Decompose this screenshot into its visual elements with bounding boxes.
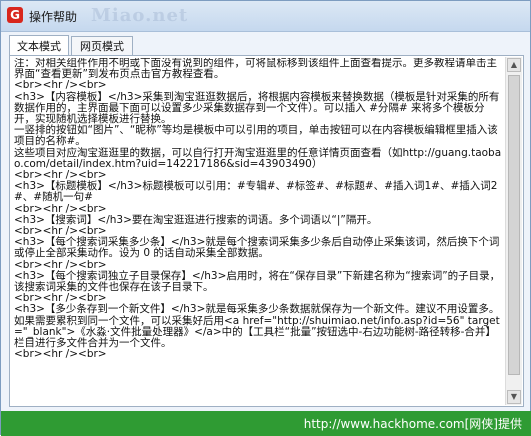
help-line: <h3>【内容模板】</h3>采集到淘宝逛逛数据后，将根据内容模板来替换数据（模… bbox=[14, 90, 500, 126]
help-line: 注：对相关组件作用不明或下面没有说到的组件，可将鼠标移到该组件上面查看提示。更多… bbox=[14, 58, 497, 81]
help-line: <br><hr /><br> bbox=[14, 348, 107, 361]
window-title: 操作帮助 bbox=[29, 10, 78, 24]
footer-text: http://www.hackhome.com[网侠]提供 bbox=[303, 417, 522, 431]
help-line: <h3>【每个搜索词独立子目录保存】</h3>启用时，将在“保存目录”下新建名称… bbox=[14, 269, 501, 294]
help-line: <h3>【每个搜索词采集多少条】</h3>就是每个搜索词采集多少条后自动停止采集… bbox=[14, 236, 500, 260]
tab-web-mode[interactable]: 网页模式 bbox=[71, 36, 133, 55]
scroll-down-arrow-icon[interactable]: ▼ bbox=[507, 390, 521, 404]
footer-bar: http://www.hackhome.com[网侠]提供 bbox=[1, 411, 531, 436]
scroll-thumb[interactable] bbox=[508, 75, 520, 375]
app-logo-icon: G bbox=[7, 7, 23, 23]
help-line: <h3>【标题模板】</h3>标题模板可以引用：#专辑#、#标签#、#标题#、#… bbox=[14, 180, 498, 204]
help-window: G 操作帮助 Miao.net 文本模式 网页模式 注：对相关组件作用不明或下面… bbox=[0, 0, 531, 436]
help-line: <h3>【多少条存到一个新文件】</h3>就是每采集多少条数据就保存为一个新文件… bbox=[14, 303, 500, 350]
mode-tabs: 文本模式 网页模式 bbox=[9, 35, 524, 56]
title-bar[interactable]: G 操作帮助 Miao.net bbox=[1, 1, 530, 32]
tab-text-mode[interactable]: 文本模式 bbox=[9, 35, 69, 56]
help-line: 一竖排的按钮如“图片”、“昵称”等均是模板中可以引用的项目，单击按钮可以在内容模… bbox=[14, 124, 498, 148]
vertical-scrollbar[interactable]: ▲ ▼ bbox=[505, 57, 522, 405]
help-content: 注：对相关组件作用不明或下面没有说到的组件，可将鼠标移到该组件上面查看提示。更多… bbox=[14, 58, 504, 404]
help-line: <br><hr /><br> bbox=[14, 79, 107, 92]
scroll-up-arrow-icon[interactable]: ▲ bbox=[507, 58, 521, 72]
help-text-area[interactable]: 注：对相关组件作用不明或下面没有说到的组件，可将鼠标移到该组件上面查看提示。更多… bbox=[9, 55, 524, 407]
help-line: 这些项目对应淘宝逛逛里的数据，可以自行打开淘宝逛逛里的任意详情页面查看（如htt… bbox=[14, 146, 502, 170]
watermark: Miao.net bbox=[91, 5, 189, 26]
